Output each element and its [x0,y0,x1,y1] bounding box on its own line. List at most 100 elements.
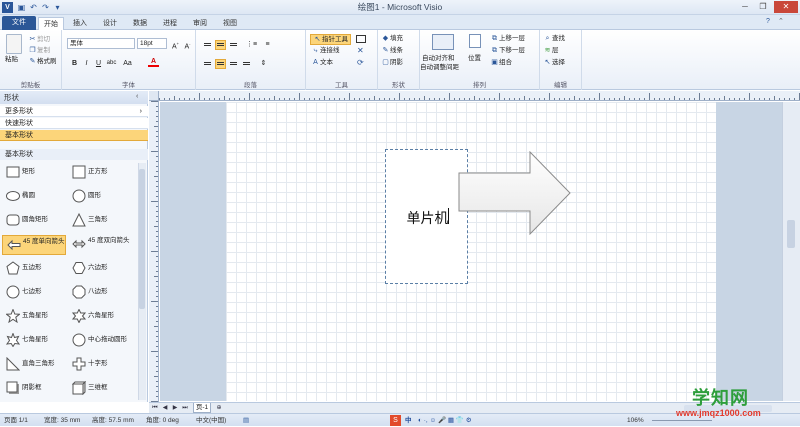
find-button[interactable]: ⌕ 查找 [543,34,565,43]
shape-item[interactable]: 六角星形 [68,307,132,327]
layers-button[interactable]: ≋ 层 [543,46,559,55]
cut-button[interactable]: ✂ 剪切 [28,35,50,44]
close-icon[interactable]: ✕ [774,1,798,13]
font-family-select[interactable]: 黑体 [67,38,135,49]
shape-item[interactable]: 三维框 [68,379,132,399]
strikethrough-icon[interactable]: abc [106,58,117,69]
align-left-icon[interactable] [202,59,213,69]
shrink-font-icon[interactable]: A- [182,38,193,50]
ime-logo-icon[interactable]: S [390,415,401,426]
align-right-icon[interactable] [228,59,239,69]
format-painter-button[interactable]: ✎ 格式刷 [28,57,57,66]
tab-view[interactable]: 视图 [218,17,242,30]
shape-item[interactable]: 圆角矩形 [2,211,66,231]
indent-icon[interactable]: ≡ [262,39,273,50]
shadow-button[interactable]: ▢阴影 [381,58,403,67]
shape-item[interactable]: 五边形 [2,259,66,279]
ime-punct-icon[interactable]: ◐ ·, ☺ 🎤 ▦ 👕 ⚙ [418,414,472,427]
pane-scroll-thumb[interactable] [139,169,145,309]
drawing-page[interactable]: 单片机 [226,102,716,401]
justify-icon[interactable] [241,59,252,69]
send-backward-button[interactable]: ⧉ 下移一层 [490,46,525,55]
align-bottom-icon[interactable] [228,40,239,50]
paste-icon[interactable] [6,34,22,54]
basic-shapes-stencil[interactable]: 基本形状 [0,130,148,141]
minimize-icon[interactable]: ─ [738,1,752,13]
fill-button[interactable]: ◆ 填充 [381,34,403,43]
auto-align-button[interactable]: 自动对齐和 [422,54,455,63]
status-page[interactable]: 页面 1/1 [4,414,28,427]
shape-item[interactable]: 六边形 [68,259,132,279]
shape-item[interactable]: 八边形 [68,283,132,303]
shape-item[interactable]: 阴影框 [2,379,66,399]
vertical-scrollbar[interactable] [782,102,800,401]
connection-point-icon[interactable]: ⟳ [357,58,364,67]
save-icon[interactable]: ▣ [16,2,27,13]
bold-icon[interactable]: B [69,58,80,69]
pointer-tool-button[interactable]: ↖ 指针工具 [310,34,351,46]
help-icon[interactable]: ? [766,18,770,25]
more-shapes-button[interactable]: 更多形状 › [0,106,148,117]
macro-record-icon[interactable]: ▤ [243,414,249,427]
align-top-icon[interactable] [202,40,213,50]
shape-item[interactable]: 七边形 [2,283,66,303]
shape-item[interactable]: 中心拖动圆形 [68,331,132,351]
vertical-scroll-thumb[interactable] [787,220,795,248]
ribbon-minimize-icon[interactable]: ⌃ [778,17,784,25]
shape-item[interactable]: 三角形 [68,211,132,231]
arrow-shape[interactable] [458,151,574,235]
font-size-select[interactable]: 18pt [137,38,167,49]
shape-item[interactable]: 直角三角形 [2,355,66,375]
rectangle-tool-icon[interactable] [356,35,366,43]
tab-review[interactable]: 审阅 [188,17,212,30]
shape-item[interactable]: 十字形 [68,355,132,375]
select-button[interactable]: ↖ 选择 [543,58,565,67]
auto-align-icon[interactable] [432,34,454,50]
collapse-pane-icon[interactable]: ‹ [136,93,138,100]
restore-icon[interactable]: ❐ [756,1,770,13]
undo-icon[interactable]: ↶ [28,2,39,13]
case-icon[interactable]: Aa [122,58,133,69]
underline-icon[interactable]: U [93,58,104,69]
redo-icon[interactable]: ↷ [40,2,51,13]
shape-item[interactable]: 椭圆 [2,187,66,207]
tab-insert[interactable]: 插入 [68,17,92,30]
customize-qat-icon[interactable]: ▾ [52,2,63,13]
position-icon[interactable] [469,34,481,48]
text-direction-icon[interactable]: ⇕ [258,58,269,69]
status-language[interactable]: 中文(中国) [196,414,226,427]
first-page-icon[interactable]: ⏮ [151,404,159,413]
tab-home[interactable]: 开始 [38,17,64,31]
copy-button[interactable]: ❐复制 [28,46,50,55]
group-button[interactable]: ▣组合 [490,58,512,67]
line-button[interactable]: ✎ 线条 [381,46,403,55]
grow-font-icon[interactable]: A+ [170,38,181,50]
rectangle-shape[interactable]: 单片机 [385,149,468,284]
close-shape-icon[interactable]: ✕ [357,46,364,55]
align-center-icon[interactable] [215,59,226,69]
font-color-icon[interactable]: A [148,56,159,67]
rectangle-shape-text[interactable]: 单片机 [386,208,469,228]
tab-design[interactable]: 设计 [98,17,122,30]
tab-file[interactable]: 文件 [2,16,36,30]
align-middle-icon[interactable] [215,40,226,50]
shape-item[interactable]: 矩形 [2,163,66,183]
last-page-icon[interactable]: ⏭ [181,404,189,413]
paste-button[interactable]: 粘贴 [5,55,18,64]
bring-forward-button[interactable]: ⧉ 上移一层 [490,34,525,43]
text-tool-button[interactable]: A 文本 [311,58,333,67]
drawing-canvas[interactable]: 单片机 [160,102,782,401]
shape-item[interactable]: 正方形 [68,163,132,183]
ime-mode-icon[interactable]: 中 [405,414,412,427]
status-zoom[interactable]: 106% [627,414,644,427]
quick-shapes-item[interactable]: 快速形状 [0,118,148,129]
shape-item[interactable]: 45 度双向箭头 [68,235,132,255]
bullets-icon[interactable]: ⋮≡ [246,39,257,50]
connector-button[interactable]: ⤷ 连接线 [311,46,340,55]
prev-page-icon[interactable]: ◀ [161,404,169,413]
page-tab[interactable]: 页-1 [193,403,211,413]
shape-item[interactable]: 45 度单向箭头 [2,235,66,255]
next-page-icon[interactable]: ▶ [171,404,179,413]
shape-item[interactable]: 圆形 [68,187,132,207]
shape-item[interactable]: 七角星形 [2,331,66,351]
